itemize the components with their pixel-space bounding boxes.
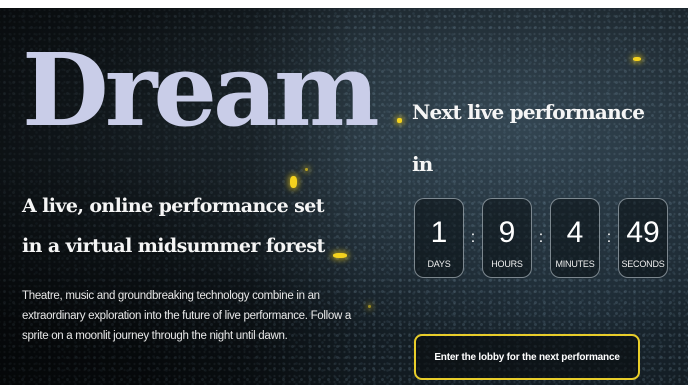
firefly-light	[633, 57, 641, 61]
performance-subtitle: A live, online performance set in a virt…	[22, 195, 325, 257]
countdown-minutes-value: 4	[566, 216, 584, 249]
countdown-minutes: 4 MINUTES	[550, 198, 600, 278]
countdown-days-label: DAYS	[427, 259, 451, 269]
firefly-light	[368, 305, 371, 308]
dream-landing-page: Dream A live, online performance set in …	[0, 0, 688, 385]
countdown-seconds-value: 49	[626, 216, 660, 249]
countdown-separator: :	[606, 229, 612, 246]
countdown-timer: 1 DAYS : 9 HOURS : 4 MINUTES : 49 SECOND…	[414, 198, 676, 280]
countdown-days: 1 DAYS	[414, 198, 464, 278]
countdown-seconds-label: SECONDS	[621, 259, 665, 269]
countdown-separator: :	[538, 229, 544, 246]
countdown-hours: 9 HOURS	[482, 198, 532, 278]
countdown-hours-label: HOURS	[491, 259, 523, 269]
countdown-heading: Next live performance in	[412, 100, 645, 176]
countdown-seconds: 49 SECONDS	[618, 198, 668, 278]
countdown-separator: :	[470, 229, 476, 246]
page-title: Dream	[22, 31, 380, 149]
countdown-minutes-label: MINUTES	[555, 259, 595, 269]
firefly-light	[397, 118, 402, 123]
firefly-light	[305, 168, 308, 171]
countdown-hours-value: 9	[498, 216, 516, 249]
top-border	[0, 0, 688, 8]
countdown-days-value: 1	[430, 216, 448, 249]
enter-lobby-button[interactable]: Enter the lobby for the next performance	[414, 334, 640, 380]
performance-description: Theatre, music and groundbreaking techno…	[22, 290, 351, 342]
